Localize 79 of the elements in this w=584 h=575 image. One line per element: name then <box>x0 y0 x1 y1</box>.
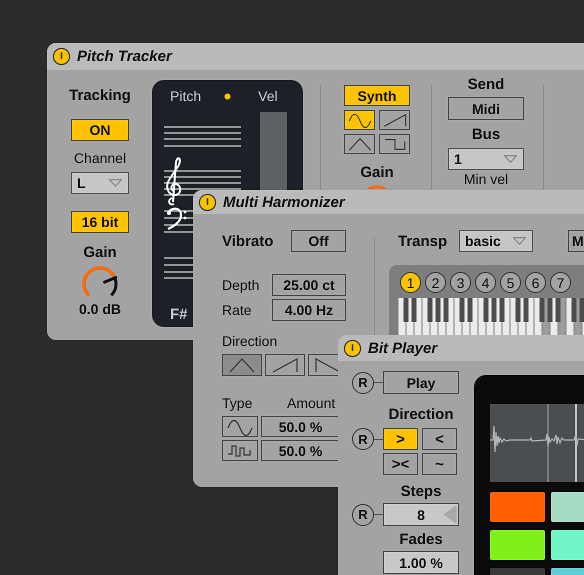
tracking-toggle[interactable]: ON <box>71 119 129 141</box>
knob-label: Gain <box>83 245 117 261</box>
field-label: Bus <box>472 126 500 143</box>
knob-label: Gain <box>360 164 394 181</box>
sine-wave-icon <box>225 418 255 436</box>
gain-reading: 0.0 dB <box>78 301 121 318</box>
section-label: Tracking <box>69 87 131 104</box>
amount-field[interactable]: 50.0 % <box>261 440 340 461</box>
waveform-button[interactable] <box>344 110 375 130</box>
direction-button[interactable] <box>222 354 262 376</box>
voice-button[interactable]: 6 <box>525 272 546 293</box>
modulator-type-button[interactable] <box>222 416 258 437</box>
power-icon[interactable] <box>198 192 217 212</box>
voice-button[interactable]: 2 <box>425 272 446 293</box>
amount-field[interactable]: 50.0 % <box>261 416 340 437</box>
steps-field[interactable]: 8 <box>383 503 459 526</box>
power-icon[interactable] <box>343 338 362 358</box>
device-title: Bit Player <box>368 340 438 356</box>
voice-button[interactable]: 5 <box>500 272 521 293</box>
voice-button[interactable]: 7 <box>550 272 571 293</box>
direction-button[interactable] <box>308 354 338 376</box>
caret-icon <box>513 237 526 245</box>
field-label: Min vel <box>464 172 508 187</box>
modulator-type-button[interactable] <box>222 440 258 461</box>
column-label: Amount <box>287 395 336 411</box>
device-title: Multi Harmonizer <box>223 194 345 210</box>
field-label: Transp <box>398 232 448 250</box>
waveform-button[interactable] <box>344 134 375 154</box>
direction-button[interactable]: ~ <box>422 453 457 475</box>
sawtooth-wave-icon <box>382 112 408 128</box>
reset-button[interactable]: R <box>352 428 374 450</box>
synth-toggle[interactable]: Synth <box>344 85 410 106</box>
reset-button[interactable]: R <box>352 504 374 526</box>
caret-icon <box>109 179 122 187</box>
field-label: Rate <box>222 302 253 318</box>
field-label: Direction <box>222 333 278 349</box>
direction-button[interactable]: < <box>422 428 457 450</box>
mode-button[interactable]: M <box>568 230 584 252</box>
ramp-down-icon <box>313 356 338 374</box>
section-label: Fades <box>398 531 444 548</box>
bit-depth-toggle[interactable]: 16 bit <box>71 211 129 233</box>
reset-button[interactable]: R <box>352 372 374 394</box>
sine-wave-icon <box>346 112 372 128</box>
pitch-label: Pitch <box>170 88 202 104</box>
note-readout: F# <box>170 306 188 323</box>
channel-dropdown[interactable]: L <box>71 172 129 194</box>
waveform-button[interactable] <box>379 134 410 154</box>
transpose-dropdown[interactable]: basic <box>459 230 533 252</box>
section-label: Vibrato <box>222 232 274 250</box>
rate-field[interactable]: 4.00 Hz <box>272 299 346 321</box>
direction-button[interactable] <box>265 354 305 376</box>
direction-button[interactable]: > <box>383 428 418 450</box>
vibrato-toggle[interactable]: Off <box>291 230 346 252</box>
triangle-wave-icon <box>346 136 372 152</box>
caret-icon <box>504 155 517 163</box>
field-label: Channel <box>74 150 126 166</box>
section-label: Direction <box>387 406 454 423</box>
ramp-up-icon <box>270 356 300 374</box>
section-label: Steps <box>400 483 442 500</box>
voice-button[interactable]: 3 <box>450 272 471 293</box>
bus-dropdown[interactable]: 1 <box>448 148 524 170</box>
power-icon[interactable] <box>52 47 71 66</box>
voice-button[interactable]: 4 <box>475 272 496 293</box>
direction-button[interactable]: >< <box>383 453 418 475</box>
triangle-icon <box>443 505 457 524</box>
midi-button[interactable]: Midi <box>448 97 524 120</box>
section-label: Send <box>468 76 504 93</box>
piano-keyboard[interactable] <box>398 298 584 338</box>
depth-field[interactable]: 25.00 ct <box>272 274 346 296</box>
device-title: Pitch Tracker <box>77 48 172 65</box>
play-button[interactable]: Play <box>383 371 459 394</box>
indicator-dot-icon <box>224 92 232 100</box>
velocity-label: Vel <box>258 88 278 104</box>
column-label: Type <box>222 395 254 411</box>
fades-field[interactable]: 1.00 % <box>383 551 459 574</box>
waveform-button[interactable] <box>379 110 410 130</box>
voice-button[interactable]: 1 <box>400 272 421 293</box>
triangle-wave-icon <box>227 356 257 374</box>
field-label: Depth <box>222 277 260 293</box>
